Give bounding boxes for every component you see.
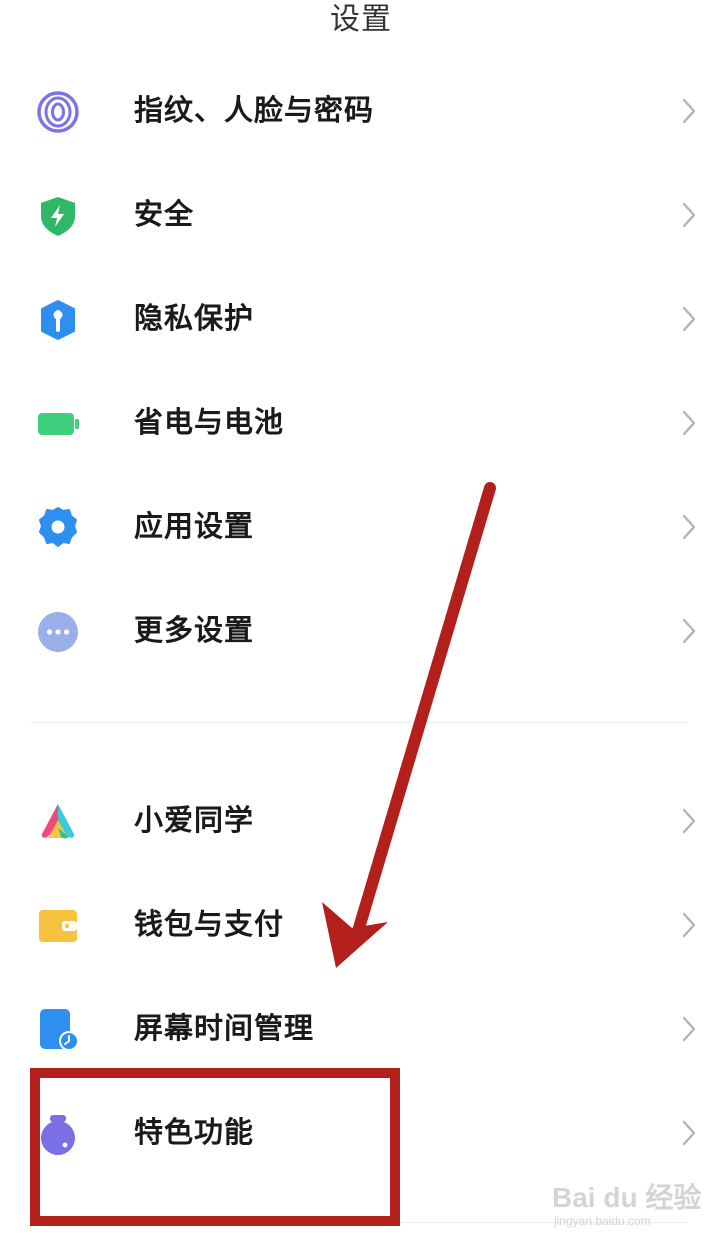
watermark-brand: Bai du 经验: [552, 1182, 702, 1213]
chevron-right-icon: [678, 200, 700, 230]
app-settings-gear-icon: [36, 506, 80, 550]
battery-icon: [36, 402, 80, 446]
watermark-url: jingyan.baidu.com: [554, 1214, 651, 1228]
settings-item-fingerprint[interactable]: 指纹、人脸与密码: [0, 58, 722, 162]
settings-item-label: 更多设置: [134, 613, 255, 647]
watermark: Bai du 经验 jingyan.baidu.com: [552, 1168, 712, 1238]
xiaoai-assistant-icon: [36, 800, 80, 844]
wallet-icon: [36, 904, 80, 948]
settings-item-label: 应用设置: [134, 509, 255, 543]
privacy-icon: [36, 298, 80, 342]
chevron-right-icon: [678, 512, 700, 542]
settings-item-label: 省电与电池: [134, 405, 285, 439]
settings-item-label: 指纹、人脸与密码: [134, 93, 375, 127]
page-title: 设置: [330, 2, 392, 37]
settings-item-screen-time[interactable]: 屏幕时间管理: [0, 976, 722, 1080]
chevron-right-icon: [678, 408, 700, 438]
settings-item-label: 安全: [134, 197, 195, 231]
chevron-right-icon: [678, 1014, 700, 1044]
more-dots-icon: [36, 610, 80, 654]
settings-item-xiaoai[interactable]: 小爱同学: [0, 768, 722, 872]
settings-item-wallet[interactable]: 钱包与支付: [0, 872, 722, 976]
settings-item-label: 钱包与支付: [134, 907, 285, 941]
chevron-right-icon: [678, 1118, 700, 1148]
settings-item-label: 小爱同学: [134, 803, 255, 837]
chevron-right-icon: [678, 304, 700, 334]
annotation-highlight-box: [30, 1068, 400, 1226]
chevron-right-icon: [678, 806, 700, 836]
settings-item-security[interactable]: 安全: [0, 162, 722, 266]
screen-time-icon: [36, 1008, 80, 1052]
chevron-right-icon: [678, 910, 700, 940]
settings-item-battery[interactable]: 省电与电池: [0, 370, 722, 474]
chevron-right-icon: [678, 616, 700, 646]
settings-item-label: 隐私保护: [134, 301, 255, 335]
settings-item-label: 屏幕时间管理: [134, 1011, 315, 1045]
settings-item-app-settings[interactable]: 应用设置: [0, 474, 722, 578]
fingerprint-icon: [36, 90, 80, 134]
settings-item-privacy[interactable]: 隐私保护: [0, 266, 722, 370]
settings-item-more[interactable]: 更多设置: [0, 578, 722, 682]
security-shield-icon: [36, 194, 80, 238]
section-divider: [30, 722, 688, 723]
chevron-right-icon: [678, 96, 700, 126]
